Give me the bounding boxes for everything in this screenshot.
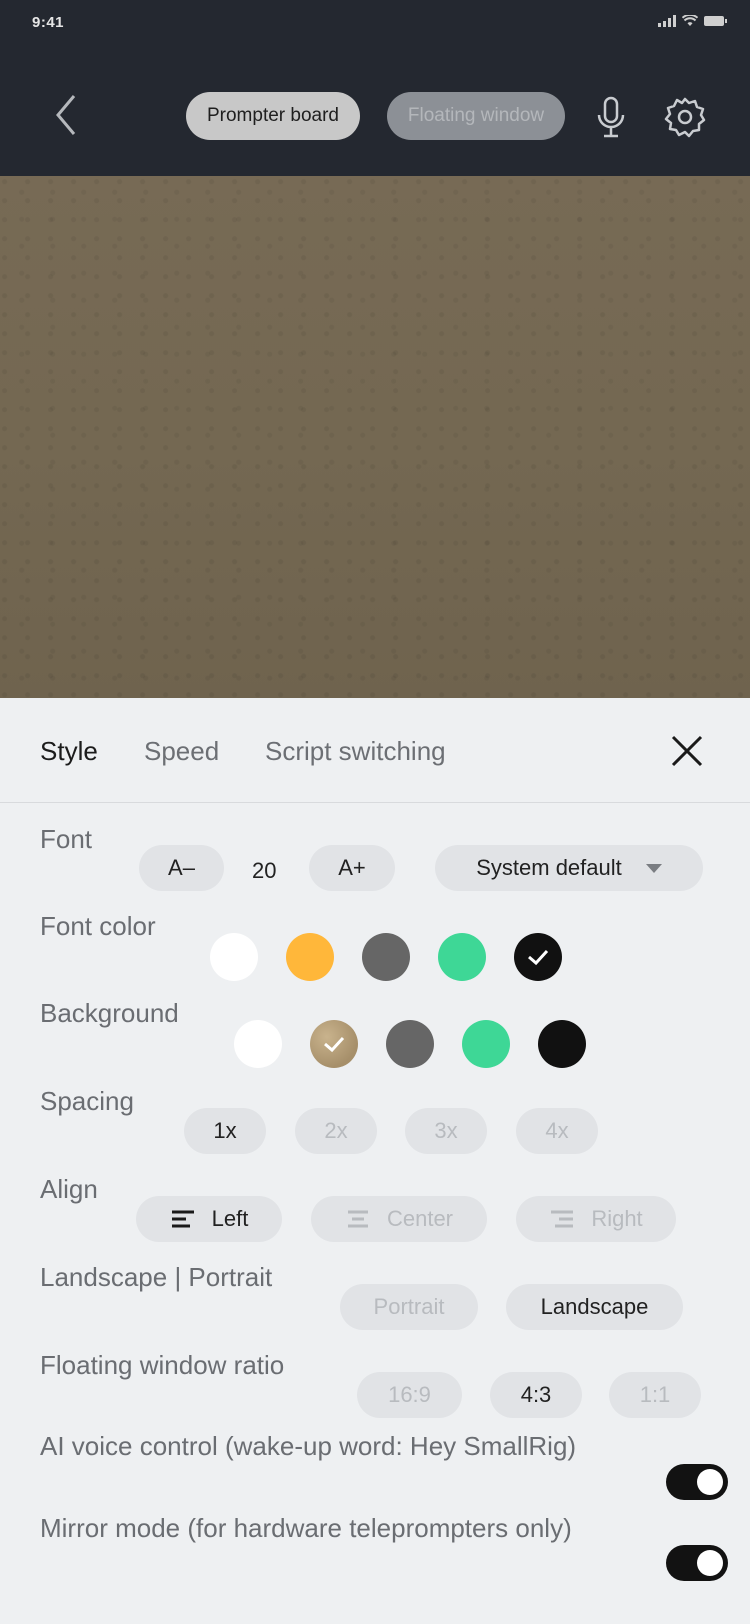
tab-speed[interactable]: Speed xyxy=(144,736,219,767)
font-color-swatch-white[interactable] xyxy=(210,933,258,981)
check-icon xyxy=(528,949,549,966)
font-family-value: System default xyxy=(476,855,622,880)
align-right-label: Right xyxy=(591,1206,643,1231)
mirror-mode-toggle[interactable] xyxy=(666,1545,728,1581)
font-decrease-button[interactable]: A– xyxy=(139,845,224,891)
gear-icon[interactable] xyxy=(664,96,706,138)
style-panel: Style Speed Script switching Font A– 20 … xyxy=(0,698,750,1624)
microphone-icon[interactable] xyxy=(594,96,628,138)
status-time: 9:41 xyxy=(32,14,65,31)
spacing-label: Spacing xyxy=(40,1086,134,1116)
align-left-label: Left xyxy=(211,1206,249,1231)
floating-window-button[interactable]: Floating window xyxy=(387,92,565,140)
mirror-mode-label: Mirror mode (for hardware teleprompters … xyxy=(40,1513,572,1543)
ratio-option-1-1[interactable]: 1:1 xyxy=(609,1372,701,1418)
align-center-label: Center xyxy=(386,1206,454,1231)
align-right-button[interactable]: Right xyxy=(516,1196,676,1242)
align-left-button[interactable]: Left xyxy=(136,1196,282,1242)
font-label: Font xyxy=(40,824,93,854)
align-center-button[interactable]: Center xyxy=(311,1196,487,1242)
font-color-swatch-black[interactable] xyxy=(514,933,562,981)
font-color-swatch-orange[interactable] xyxy=(286,933,334,981)
spacing-option-4x[interactable]: 4x xyxy=(516,1108,598,1154)
spacing-option-2x[interactable]: 2x xyxy=(295,1108,377,1154)
prompter-board-button[interactable]: Prompter board xyxy=(186,92,360,140)
ratio-option-4-3[interactable]: 4:3 xyxy=(490,1372,582,1418)
check-icon xyxy=(324,1036,345,1053)
chevron-down-icon xyxy=(645,863,662,873)
font-color-swatch-green[interactable] xyxy=(438,933,486,981)
background-swatch-green[interactable] xyxy=(462,1020,510,1068)
voice-control-label: AI voice control (wake-up word: Hey Smal… xyxy=(40,1431,577,1461)
ratio-label: Floating window ratio xyxy=(40,1350,285,1380)
signal-icon xyxy=(658,15,676,27)
background-swatch-black[interactable] xyxy=(538,1020,586,1068)
orientation-landscape-button[interactable]: Landscape xyxy=(506,1284,683,1330)
status-icons xyxy=(658,15,728,27)
toggle-knob xyxy=(697,1550,723,1576)
battery-icon xyxy=(704,16,727,26)
tab-script-switching[interactable]: Script switching xyxy=(265,736,446,767)
background-swatch-white[interactable] xyxy=(234,1020,282,1068)
align-left-icon xyxy=(171,1210,194,1228)
align-center-icon xyxy=(347,1210,368,1228)
orientation-label: Landscape | Portrait xyxy=(40,1262,273,1292)
back-icon[interactable] xyxy=(52,92,84,138)
font-family-select[interactable]: System default xyxy=(435,845,703,891)
align-right-icon xyxy=(551,1210,574,1228)
orientation-portrait-button[interactable]: Portrait xyxy=(340,1284,478,1330)
voice-control-toggle[interactable] xyxy=(666,1464,728,1500)
background-swatch-paper[interactable] xyxy=(310,1020,358,1068)
ratio-option-16-9[interactable]: 16:9 xyxy=(357,1372,462,1418)
background-label: Background xyxy=(40,998,179,1028)
prompter-preview xyxy=(0,176,750,698)
tab-bar: Style Speed Script switching xyxy=(0,698,750,803)
close-icon[interactable] xyxy=(670,734,704,768)
tab-style[interactable]: Style xyxy=(40,736,98,767)
spacing-option-1x[interactable]: 1x xyxy=(184,1108,266,1154)
align-label: Align xyxy=(40,1174,98,1204)
wifi-icon xyxy=(682,15,698,26)
top-bar: 9:41 Prompter board Floating window xyxy=(0,0,750,176)
font-color-swatch-gray[interactable] xyxy=(362,933,410,981)
background-swatch-gray[interactable] xyxy=(386,1020,434,1068)
spacing-option-3x[interactable]: 3x xyxy=(405,1108,487,1154)
font-color-label: Font color xyxy=(40,911,156,941)
toggle-knob xyxy=(697,1469,723,1495)
font-increase-button[interactable]: A+ xyxy=(309,845,395,891)
font-size-value: 20 xyxy=(252,858,277,883)
